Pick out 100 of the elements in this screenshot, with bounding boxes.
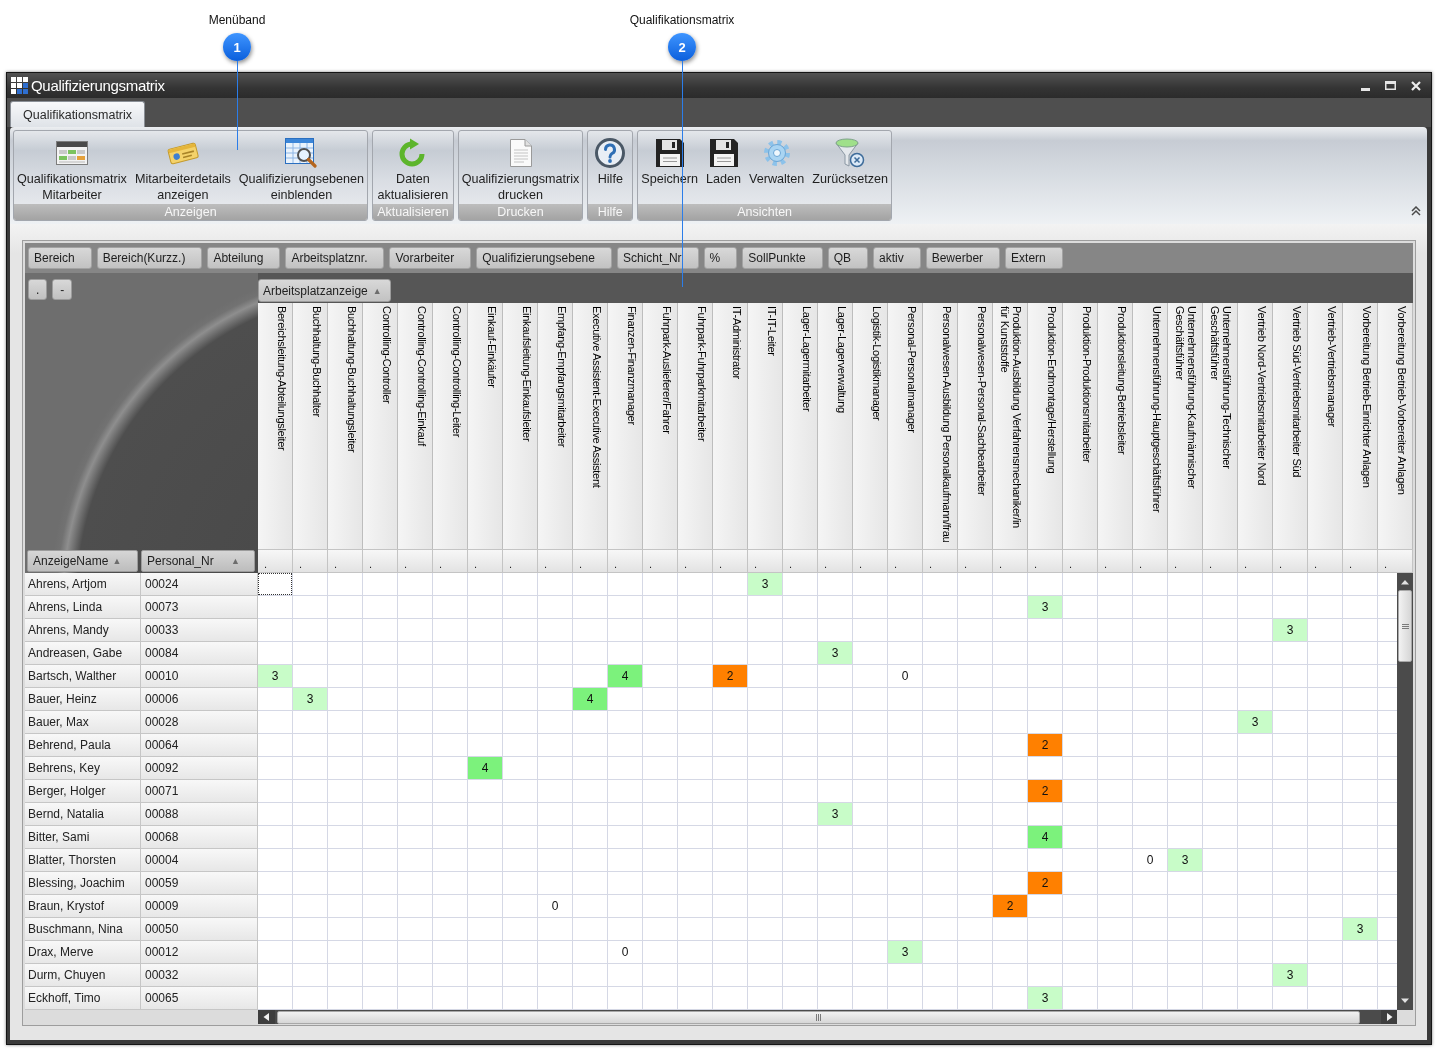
minimize-icon[interactable]	[1361, 87, 1370, 91]
close-icon[interactable]	[1411, 80, 1421, 91]
matrix-cell[interactable]: 0	[1133, 849, 1167, 871]
matrix-cell[interactable]: 3	[293, 688, 327, 710]
column-header[interactable]: Personalwesen-Personal-Sachbearbeiter	[958, 303, 993, 549]
column-header[interactable]: Vorbereitung Betrieb-Vorbereiter Anlagen	[1378, 303, 1413, 549]
document-icon[interactable]	[509, 139, 532, 167]
column-header[interactable]: Controlling-Controlling-Einkauf	[398, 303, 433, 549]
table-magnifier-icon[interactable]	[285, 138, 318, 168]
column-header[interactable]: Einkaufsleitung-Einkaufsleiter	[503, 303, 538, 549]
filter-cell[interactable]: .	[1063, 549, 1098, 573]
column-header[interactable]: Bereichsleitung-Abteilungsleiter	[258, 303, 293, 549]
column-header[interactable]: Unternehmensführung-Technischer Geschäftsführer	[1203, 303, 1238, 549]
filter-cell[interactable]: .	[853, 549, 888, 573]
column-header[interactable]: Empfang-Empfangsmitarbeiter	[538, 303, 573, 549]
filter-cell[interactable]: .	[1273, 549, 1308, 573]
filter-cell[interactable]: .	[503, 549, 538, 573]
column-header[interactable]: Finanzen-Finanzmanager	[608, 303, 643, 549]
filter-cell[interactable]: .	[1168, 549, 1203, 573]
column-header[interactable]: Buchhaltung-Buchhalter	[293, 303, 328, 549]
filter-cell[interactable]: .	[608, 549, 643, 573]
group-field-button[interactable]: aktiv	[873, 247, 921, 269]
column-header[interactable]: Buchhaltung-Buchhaltungsleiter	[328, 303, 363, 549]
matrix-cell[interactable]	[258, 573, 292, 595]
filter-cell[interactable]: .	[328, 549, 363, 573]
matrix-cell[interactable]: 3	[1273, 619, 1307, 641]
matrix-cell[interactable]: 3	[888, 941, 922, 963]
matrix-cell[interactable]: 3	[1273, 964, 1307, 986]
ribbon-button[interactable]: Qualifizierungsmatrix drucken	[458, 131, 583, 204]
filter-cell[interactable]: .	[993, 549, 1028, 573]
matrix-cell[interactable]: 4	[608, 665, 642, 687]
matrix-cell[interactable]: 3	[818, 642, 852, 664]
group-field-button[interactable]: Abteilung	[207, 247, 281, 269]
column-header[interactable]: Produktion-Ausbildung Verfahrensmechaniker/in für Kunststoffe	[993, 303, 1028, 549]
matrix-cell[interactable]: 2	[1028, 780, 1062, 802]
matrix-cell[interactable]: 3	[1168, 849, 1202, 871]
tab[interactable]: Qualifikationsmatrix	[10, 101, 146, 127]
filter-cell[interactable]: .	[958, 549, 993, 573]
ribbon-button[interactable]: Qualifizierungsebenen einblenden	[235, 131, 368, 204]
matrix-cell[interactable]: 2	[993, 895, 1027, 917]
group-field-button[interactable]: %	[703, 247, 738, 269]
column-header[interactable]: Personal-Personalmanager	[888, 303, 923, 549]
help-icon[interactable]	[595, 138, 626, 168]
column-header-button[interactable]: Personal_Nr ▲	[141, 550, 255, 572]
filter-cell[interactable]: .	[1028, 549, 1063, 573]
matrix-cell[interactable]: 4	[1028, 826, 1062, 848]
group-field-button[interactable]: Extern	[1005, 247, 1063, 269]
filter-cell[interactable]: .	[678, 549, 713, 573]
filter-cell[interactable]: .	[1238, 549, 1273, 573]
ribbon-button[interactable]: Laden	[703, 131, 745, 204]
group-field-button[interactable]: Arbeitsplatznr.	[285, 247, 385, 269]
matrix-cell[interactable]: 0	[888, 665, 922, 687]
filter-cell[interactable]: .	[1378, 549, 1413, 573]
matrix-cell[interactable]: 2	[1028, 872, 1062, 894]
table-icon[interactable]	[55, 141, 88, 165]
filter-cell[interactable]: .	[888, 549, 923, 573]
filter-cell[interactable]: .	[468, 549, 503, 573]
filter-cell[interactable]: .	[1133, 549, 1168, 573]
filter-cell[interactable]: .	[1098, 549, 1133, 573]
column-header[interactable]: Unternehmensführung-Hauptgeschäftsführer	[1133, 303, 1168, 549]
corner-button[interactable]: .	[28, 279, 48, 300]
filter-cell[interactable]: .	[573, 549, 608, 573]
filter-cell[interactable]: .	[363, 549, 398, 573]
column-header[interactable]: Vorbereitung Betrieb-Einrichter Anlagen	[1343, 303, 1378, 549]
group-field-button[interactable]: Qualifizierungsebene	[476, 247, 612, 269]
column-header[interactable]: Unternehmensführung-Kaufmännischer Geschäftsführer	[1168, 303, 1203, 549]
maximize-icon[interactable]	[1385, 81, 1396, 90]
group-field-button[interactable]: Vorarbeiter	[389, 247, 472, 269]
column-header[interactable]: Fuhrpark-Fuhrparkmitarbeiter	[678, 303, 713, 549]
matrix-cell[interactable]: 3	[1238, 711, 1272, 733]
column-header[interactable]: Produktion-Produktionsmitarbeiter	[1063, 303, 1098, 549]
column-header[interactable]: Fuhrpark-Auslieferer/Fahrer	[643, 303, 678, 549]
filter-cell[interactable]: .	[1343, 549, 1378, 573]
matrix-cell[interactable]: 4	[573, 688, 607, 710]
group-field-button[interactable]: Bereich	[28, 247, 92, 269]
filter-cell[interactable]: .	[1203, 549, 1238, 573]
column-header[interactable]: Lager-Lagermitarbeiter	[783, 303, 818, 549]
matrix-cell[interactable]: 0	[608, 941, 642, 963]
matrix-cell[interactable]: 3	[748, 573, 782, 595]
ribbon-button[interactable]: Qualifikationsmatrix Mitarbeiter	[14, 131, 130, 204]
column-header[interactable]: Einkauf-Einkäufer	[468, 303, 503, 549]
matrix-cell[interactable]: 3	[1028, 596, 1062, 618]
group-field-button[interactable]: QB	[827, 247, 868, 269]
matrix-cell[interactable]: 2	[713, 665, 747, 687]
filter-cell[interactable]: .	[258, 549, 293, 573]
funnel-icon[interactable]	[835, 138, 866, 168]
filter-cell[interactable]: .	[1308, 549, 1343, 573]
column-header[interactable]: Vertrieb Nord-Vertriebsmitarbeiter Nord	[1238, 303, 1273, 549]
scroll-thumb[interactable]	[1398, 590, 1412, 662]
column-header[interactable]: Controlling-Controller	[363, 303, 398, 549]
filter-cell[interactable]: .	[923, 549, 958, 573]
matrix-cell[interactable]: 3	[258, 665, 292, 687]
vertical-scrollbar[interactable]	[1397, 573, 1413, 1010]
filter-cell[interactable]: .	[818, 549, 853, 573]
matrix-cell[interactable]: 3	[1028, 987, 1062, 1009]
matrix-cell[interactable]: 2	[1028, 734, 1062, 756]
column-header[interactable]: IT-Administrator	[713, 303, 748, 549]
group-field-button[interactable]: Bereich(Kurzz.)	[96, 247, 203, 269]
column-header[interactable]: Vertrieb Süd-Vertriebsmitarbeiter Süd	[1273, 303, 1308, 549]
ribbon-button[interactable]: Daten aktualisieren	[374, 131, 452, 204]
